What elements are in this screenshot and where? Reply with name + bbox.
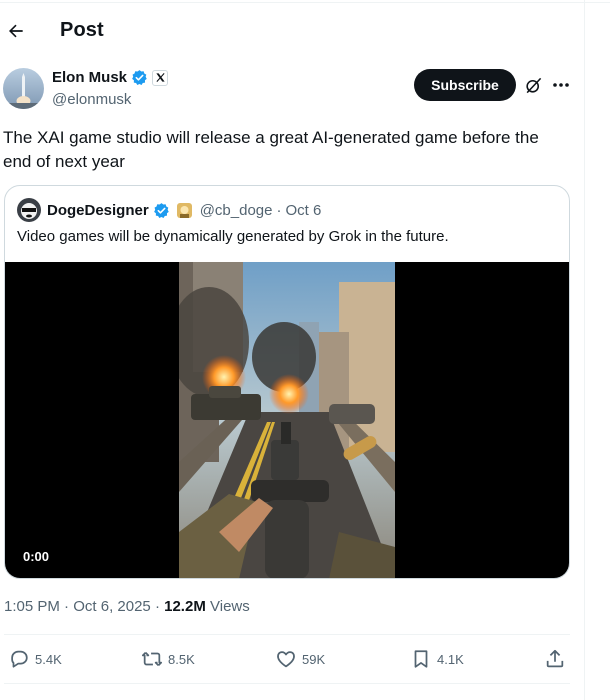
subscribe-button[interactable]: Subscribe [414, 69, 516, 101]
repost-button[interactable]: 8.5K [141, 648, 195, 670]
heart-icon [277, 651, 295, 668]
reply-button[interactable]: 5.4K [8, 648, 62, 670]
author-handle[interactable]: @elonmusk [52, 91, 131, 108]
video-player[interactable]: 0:00 [5, 262, 569, 578]
author-avatar[interactable] [3, 68, 44, 109]
rocket-launch-avatar [3, 68, 44, 109]
grok-icon [525, 77, 541, 93]
page-title: Post [60, 19, 104, 41]
affiliate-badge-icon [176, 202, 192, 218]
back-button[interactable] [2, 17, 30, 45]
quote-handle: @cb_doge [199, 201, 273, 219]
arrow-left-icon [9, 24, 23, 38]
quote-text: Video games will be dynamically generate… [17, 228, 449, 245]
more-options-button[interactable] [550, 74, 572, 96]
repost-count: 8.5K [168, 651, 195, 667]
verified-badge-icon [153, 202, 169, 218]
quote-author-name: DogeDesigner [47, 201, 149, 219]
quote-separator: · [276, 201, 282, 219]
views-count[interactable]: 12.2M [164, 598, 206, 615]
top-divider [0, 2, 610, 3]
more-dots-icon [553, 83, 569, 87]
author-name-row: Elon Musk [52, 69, 169, 86]
bottom-divider [4, 683, 570, 684]
like-count: 59K [302, 651, 326, 667]
share-button[interactable] [544, 648, 566, 670]
repost-icon [141, 651, 163, 667]
engagement-bar: 5.4K 8.5K 59K 4.1K [0, 644, 584, 674]
video-timestamp: 0:00 [23, 549, 50, 564]
post-date[interactable]: Oct 6, 2025 [73, 598, 151, 615]
column-divider [584, 0, 585, 700]
quoted-post[interactable]: DogeDesigner @cb_doge · Oct 6 Video game… [4, 185, 570, 579]
reply-count: 5.4K [35, 651, 62, 667]
like-button[interactable]: 59K [275, 648, 325, 670]
post-time[interactable]: 1:05 PM [4, 598, 60, 615]
meta-separator: · [154, 598, 160, 615]
bookmark-count: 4.1K [437, 651, 464, 667]
post-meta: 1:05 PM · Oct 6, 2025 · 12.2M Views [4, 598, 250, 615]
post-text: The XAI game studio will release a great… [3, 128, 539, 171]
meta-separator: · [64, 598, 70, 615]
quote-avatar[interactable] [17, 198, 41, 222]
share-icon [546, 649, 564, 668]
verified-badge-icon [132, 70, 147, 86]
bookmark-button[interactable]: 4.1K [410, 648, 464, 670]
bookmark-icon [414, 650, 428, 668]
views-label: Views [210, 598, 250, 615]
post-header: Post [0, 8, 584, 54]
quote-date: Oct 6 [285, 201, 322, 219]
video-thumbnail [179, 262, 395, 578]
x-affiliation-icon[interactable] [152, 69, 169, 86]
doge-avatar-icon [17, 198, 41, 222]
meta-divider [4, 634, 570, 635]
author-name[interactable]: Elon Musk [52, 69, 127, 86]
quote-header: DogeDesigner @cb_doge · Oct 6 [17, 198, 321, 222]
reply-icon [11, 650, 28, 668]
grok-button[interactable] [522, 74, 544, 96]
